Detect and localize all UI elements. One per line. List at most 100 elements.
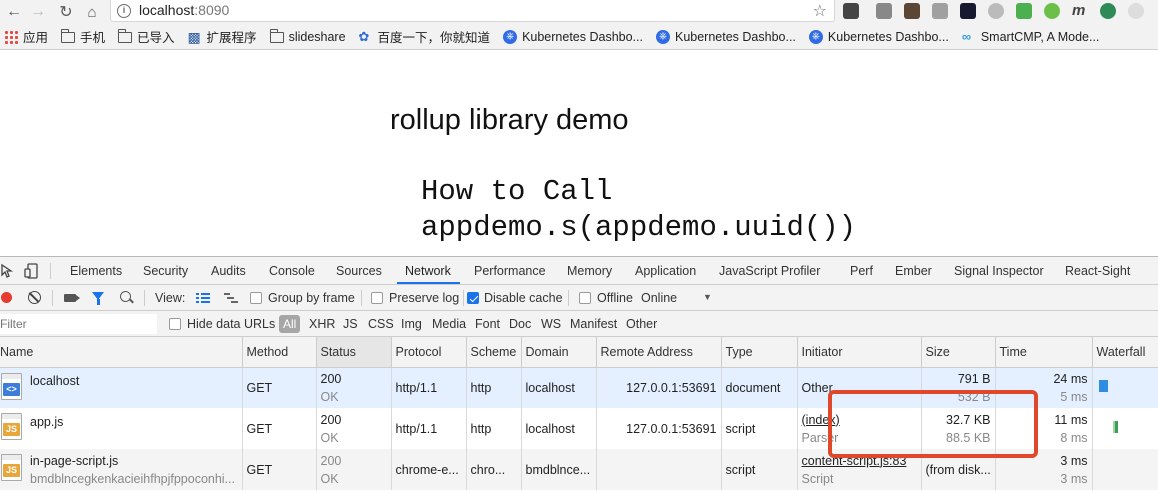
preserve-log-checkbox[interactable] [371, 292, 383, 304]
extension-icon-8[interactable] [1044, 3, 1060, 19]
column-header-method[interactable]: Method [242, 337, 317, 368]
filter-type-css[interactable]: CSS [368, 317, 394, 331]
bookmark-item[interactable]: ⎈ Kubernetes Dashbo... [503, 29, 643, 44]
tab-sources[interactable]: Sources [336, 264, 382, 278]
filter-type-img[interactable]: Img [401, 317, 422, 331]
column-header-domain[interactable]: Domain [521, 337, 597, 368]
extension-icon-1[interactable] [843, 3, 859, 19]
record-button-icon[interactable] [1, 292, 12, 303]
toolbar-separator [144, 290, 145, 306]
column-header-remote-address[interactable]: Remote Address [596, 337, 722, 368]
request-name-cell[interactable]: <> localhost [0, 367, 243, 408]
screenshot-camera-icon[interactable] [64, 294, 80, 302]
filter-type-other[interactable]: Other [626, 317, 657, 331]
reload-icon[interactable]: ↻ [56, 2, 76, 22]
address-bar[interactable]: i localhost:8090 ☆ [110, 0, 835, 22]
tab-react-sight[interactable]: React-Sight [1065, 264, 1130, 278]
back-arrow-icon[interactable]: ← [4, 2, 24, 22]
extension-icon-11[interactable] [1128, 3, 1144, 19]
filter-input[interactable] [0, 314, 157, 334]
bookmark-star-icon[interactable]: ☆ [813, 1, 827, 21]
filter-funnel-icon[interactable] [92, 292, 104, 305]
request-name-cell[interactable]: JS app.js [0, 408, 243, 449]
folder-icon [269, 29, 284, 43]
column-header-waterfall[interactable]: Waterfall [1092, 337, 1158, 368]
extension-icon-2[interactable] [876, 3, 892, 19]
tab-performance[interactable]: Performance [474, 264, 546, 278]
tab-console[interactable]: Console [269, 264, 315, 278]
offline-checkbox[interactable] [579, 292, 591, 304]
bookmark-item[interactable]: ▩ 扩展程序 [188, 27, 257, 46]
tab-audits[interactable]: Audits [211, 264, 246, 278]
tab-network[interactable]: Network [405, 264, 451, 278]
bookmark-item[interactable]: ✿ 百度一下，你就知道 [359, 27, 491, 46]
column-header-size[interactable]: Size [921, 337, 996, 368]
bookmark-item[interactable]: ⎈ Kubernetes Dashbo... [808, 29, 949, 44]
m-extension-icon[interactable]: m [1072, 3, 1088, 19]
extension-icon-10[interactable] [1100, 3, 1116, 19]
download-extension-icon[interactable] [1016, 3, 1032, 19]
bookmark-item[interactable]: 应用 [4, 27, 48, 46]
filter-type-xhr[interactable]: XHR [309, 317, 335, 331]
search-icon[interactable] [120, 291, 131, 302]
group-by-frame-checkbox[interactable] [250, 292, 262, 304]
request-waterfall-cell [1092, 449, 1158, 490]
extension-icon-6[interactable] [988, 3, 1004, 19]
chevron-down-icon[interactable]: ▼ [703, 292, 712, 302]
request-size: 791 B [957, 371, 991, 386]
request-time: 24 ms [1053, 371, 1088, 386]
large-rows-view-icon[interactable] [196, 293, 210, 303]
column-header-time[interactable]: Time [995, 337, 1093, 368]
tab-signal-inspector[interactable]: Signal Inspector [954, 264, 1044, 278]
inspect-element-icon[interactable] [0, 263, 16, 279]
filter-type-js[interactable]: JS [343, 317, 358, 331]
filter-type-all[interactable]: All [279, 315, 301, 333]
filter-type-ws[interactable]: WS [541, 317, 561, 331]
column-header-scheme[interactable]: Scheme [466, 337, 522, 368]
disable-cache-checkbox[interactable] [467, 292, 479, 304]
offline-label: Offline [597, 291, 633, 305]
javascript-file-icon: JS [1, 413, 22, 440]
forward-arrow-icon[interactable]: → [28, 2, 48, 22]
filter-type-manifest[interactable]: Manifest [570, 317, 617, 331]
tab-memory[interactable]: Memory [567, 264, 612, 278]
column-header-protocol[interactable]: Protocol [391, 337, 467, 368]
filter-type-media[interactable]: Media [432, 317, 466, 331]
filter-type-font[interactable]: Font [475, 317, 500, 331]
device-toolbar-icon[interactable] [24, 263, 40, 279]
bookmark-item[interactable]: 已导入 [118, 27, 175, 46]
throttling-select[interactable]: Online [641, 291, 677, 305]
column-header-type[interactable]: Type [721, 337, 798, 368]
clear-icon[interactable] [28, 291, 41, 304]
tab-elements[interactable]: Elements [70, 264, 122, 278]
bookmark-label: 应用 [23, 31, 49, 45]
tab-security[interactable]: Security [143, 264, 188, 278]
request-name-cell[interactable]: JS in-page-script.js bmdblncegkenkacieih… [0, 449, 243, 490]
overview-view-icon[interactable] [224, 293, 238, 303]
home-icon[interactable]: ⌂ [82, 2, 102, 22]
baidu-paw-icon: ✿ [358, 28, 370, 44]
column-header-name[interactable]: Name [0, 337, 243, 368]
hide-data-urls-checkbox[interactable] [169, 318, 181, 330]
column-header-status[interactable]: Status [316, 337, 392, 368]
extension-icon-3[interactable] [904, 3, 920, 19]
react-extension-icon[interactable] [960, 3, 976, 19]
angular-extension-icon[interactable] [932, 3, 948, 19]
request-method: GET [242, 367, 317, 408]
request-name: app.js [30, 414, 64, 429]
request-domain: localhost [521, 408, 597, 449]
bookmark-item[interactable]: 手机 [61, 27, 105, 46]
bookmark-item[interactable]: ⎈ Kubernetes Dashbo... [655, 29, 796, 44]
tab-application[interactable]: Application [635, 264, 696, 278]
bookmark-item[interactable]: ∞ SmartCMP, A Mode... [962, 29, 1100, 44]
bookmark-label: Kubernetes Dashbo... [827, 29, 949, 44]
tab-javascript-profiler[interactable]: JavaScript Profiler [719, 264, 820, 278]
request-remote-address: 127.0.0.1:53691 [596, 367, 722, 408]
site-info-icon[interactable]: i [117, 4, 131, 18]
column-header-initiator[interactable]: Initiator [797, 337, 922, 368]
filter-type-doc[interactable]: Doc [509, 317, 531, 331]
request-path: bmdblncegkenkacieihfhpjfppoconhi... [30, 471, 235, 486]
tab-ember[interactable]: Ember [895, 264, 932, 278]
bookmark-item[interactable]: slideshare [269, 29, 346, 44]
tab-perf[interactable]: Perf [850, 264, 873, 278]
